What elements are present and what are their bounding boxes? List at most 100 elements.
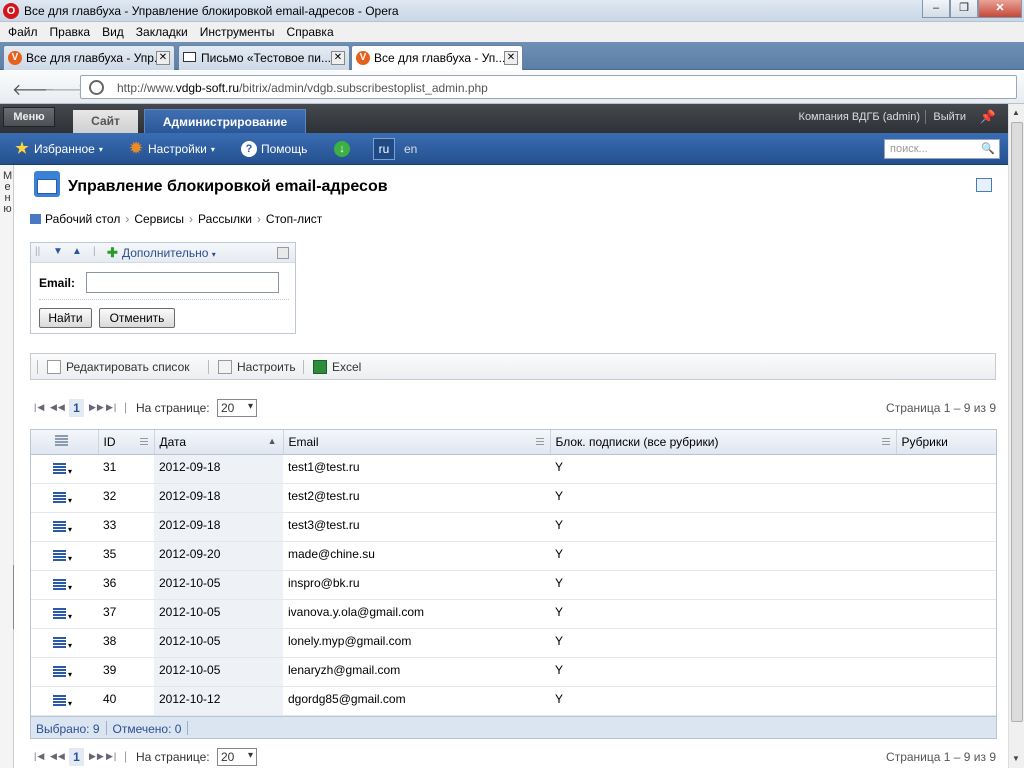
- page-number[interactable]: 1: [69, 399, 84, 417]
- email-field[interactable]: [86, 272, 279, 293]
- row-menu-icon[interactable]: [53, 578, 66, 590]
- favorites-menu[interactable]: ★ Избранное ▾: [14, 141, 103, 157]
- row-menu-icon[interactable]: [53, 491, 66, 503]
- plus-icon[interactable]: ✚: [107, 245, 118, 261]
- next-page-icon[interactable]: ▶▶: [89, 751, 105, 762]
- scrollbar-thumb[interactable]: [1011, 122, 1023, 722]
- row-menu-icon[interactable]: [53, 462, 66, 474]
- help-link[interactable]: ? Помощь: [241, 141, 307, 157]
- per-page-select[interactable]: 20: [217, 399, 257, 417]
- header-block-all[interactable]: Блок. подписки (все рубрики): [550, 430, 897, 455]
- browser-tab-3[interactable]: V Все для главбуха - Уп... ✕: [351, 45, 523, 70]
- row-menu-icon[interactable]: [53, 694, 66, 706]
- header-email[interactable]: Email: [283, 430, 551, 455]
- browser-tab-2[interactable]: Письмо «Тестовое пи... ✕: [178, 45, 350, 70]
- left-menu-strip[interactable]: Меню: [0, 165, 19, 768]
- address-field[interactable]: http://www.vdgb-soft.ru/bitrix/admin/vdg…: [80, 75, 1017, 99]
- cancel-button[interactable]: Отменить: [99, 308, 175, 328]
- row-menu-icon[interactable]: [53, 636, 66, 648]
- menu-help[interactable]: Справка: [281, 22, 340, 42]
- additional-filter-menu[interactable]: Дополнительно ▾: [122, 246, 216, 260]
- row-menu-icon[interactable]: [53, 607, 66, 619]
- maximize-button[interactable]: ❐: [950, 0, 978, 18]
- close-tab-icon[interactable]: ✕: [156, 51, 170, 65]
- first-page-icon[interactable]: |◀: [34, 751, 45, 762]
- page-scrollbar[interactable]: ▲ ▼: [1008, 104, 1024, 768]
- table-row[interactable]: ▾ 38 2012-10-05 lonely.myp@gmail.com Y: [31, 628, 996, 658]
- per-page-select[interactable]: 20: [217, 748, 257, 766]
- table-row[interactable]: ▾ 37 2012-10-05 ivanova.y.ola@gmail.com Y: [31, 599, 996, 629]
- tab-administration[interactable]: Администрирование: [144, 109, 306, 133]
- menu-file[interactable]: Файл: [2, 22, 44, 42]
- table-row[interactable]: ▾ 39 2012-10-05 lenaryzh@gmail.com Y: [31, 657, 996, 687]
- table-row[interactable]: ▾ 36 2012-10-05 inspro@bk.ru Y: [31, 570, 996, 600]
- tab-site[interactable]: Сайт: [73, 110, 138, 133]
- collapse-down-icon[interactable]: ▼: [53, 246, 63, 257]
- configure-button[interactable]: Настроить: [218, 360, 296, 374]
- settings-menu[interactable]: ✹ Настройки ▾: [128, 141, 215, 157]
- menu-button[interactable]: Меню: [3, 107, 55, 127]
- sort-icon: [139, 438, 148, 445]
- header-date[interactable]: Дата ▲: [154, 430, 284, 455]
- divider: [39, 299, 289, 300]
- table-row[interactable]: ▾ 40 2012-10-12 dgordg85@gmail.com Y: [31, 686, 996, 716]
- logout-link[interactable]: Выйти: [933, 111, 966, 123]
- lang-en-link[interactable]: en: [404, 142, 417, 156]
- menu-bookmarks[interactable]: Закладки: [130, 22, 194, 42]
- prev-page-icon[interactable]: ◀◀: [50, 751, 66, 762]
- find-button[interactable]: Найти: [39, 308, 92, 328]
- minimize-button[interactable]: –: [922, 0, 950, 18]
- scroll-up-icon[interactable]: ▲: [1012, 108, 1020, 117]
- edit-list-icon: [47, 360, 61, 374]
- header-rubrics[interactable]: Рубрики: [896, 430, 996, 455]
- browser-tab-1[interactable]: V Все для главбуха - Упр... ✕: [3, 45, 175, 70]
- table-row[interactable]: ▾ 32 2012-09-18 test2@test.ru Y: [31, 483, 996, 513]
- header-id[interactable]: ID: [98, 430, 155, 455]
- browser-tabbar: V Все для главбуха - Упр... ✕ Письмо «Те…: [0, 42, 1024, 70]
- table-row[interactable]: ▾ 35 2012-09-20 made@chine.su Y: [31, 541, 996, 571]
- menu-edit[interactable]: Правка: [44, 22, 97, 42]
- last-page-icon[interactable]: ▶|: [106, 751, 117, 762]
- table-row[interactable]: ▾ 33 2012-09-18 test3@test.ru Y: [31, 512, 996, 542]
- pin-icon[interactable]: 📌: [980, 109, 996, 125]
- breadcrumb-desktop[interactable]: Рабочий стол: [45, 212, 120, 226]
- divider: [37, 360, 38, 374]
- row-menu-icon[interactable]: [53, 665, 66, 677]
- minimize-filter-icon[interactable]: [277, 247, 289, 259]
- divider: [925, 110, 926, 124]
- column-menu-header[interactable]: [31, 430, 99, 455]
- columns-menu-icon[interactable]: [55, 434, 68, 446]
- menu-view[interactable]: Вид: [96, 22, 130, 42]
- first-page-icon[interactable]: |◀: [34, 402, 45, 413]
- breadcrumb-stoplist[interactable]: Стоп-лист: [266, 212, 322, 226]
- user-link[interactable]: Компания ВДГБ (admin): [799, 111, 920, 123]
- excel-label: Excel: [332, 360, 362, 374]
- close-tab-icon[interactable]: ✕: [331, 51, 345, 65]
- table-row[interactable]: ▾ 31 2012-09-18 test1@test.ru Y: [31, 454, 996, 484]
- row-menu-icon[interactable]: [53, 520, 66, 532]
- update-button[interactable]: ↓: [334, 141, 350, 157]
- lang-ru-button[interactable]: ru: [373, 138, 395, 160]
- scroll-down-icon[interactable]: ▼: [1012, 754, 1020, 763]
- link-icon[interactable]: [976, 178, 992, 192]
- excel-icon: [313, 360, 327, 374]
- sort-icon: [535, 438, 544, 445]
- excel-button[interactable]: Excel: [313, 360, 361, 374]
- home-icon: [30, 214, 41, 224]
- breadcrumb-mailings[interactable]: Рассылки: [198, 212, 252, 226]
- page-number[interactable]: 1: [69, 748, 84, 766]
- row-menu-icon[interactable]: [53, 549, 66, 561]
- menu-tools[interactable]: Инструменты: [194, 22, 281, 42]
- drag-handle-icon[interactable]: ||: [35, 246, 40, 257]
- collapse-up-icon[interactable]: ▲: [72, 246, 82, 257]
- search-icon[interactable]: 🔍: [981, 142, 995, 155]
- close-window-button[interactable]: ✕: [978, 0, 1022, 18]
- prev-page-icon[interactable]: ◀◀: [50, 402, 66, 413]
- search-input[interactable]: поиск... 🔍: [884, 139, 1000, 159]
- globe-icon: [89, 80, 104, 95]
- breadcrumb-services[interactable]: Сервисы: [134, 212, 184, 226]
- next-page-icon[interactable]: ▶▶: [89, 402, 105, 413]
- edit-list-button[interactable]: Редактировать список: [47, 360, 190, 374]
- close-tab-icon[interactable]: ✕: [504, 51, 518, 65]
- last-page-icon[interactable]: ▶|: [106, 402, 117, 413]
